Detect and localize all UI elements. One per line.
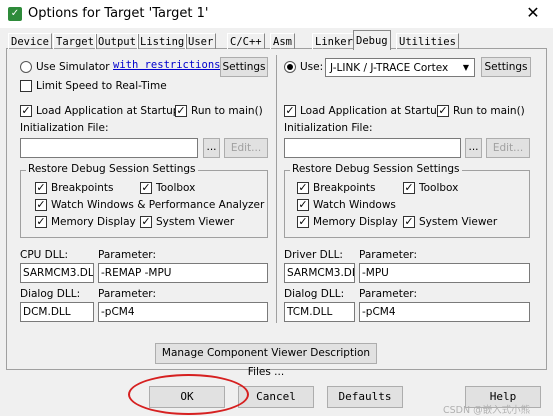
restore-session-legend-right: Restore Debug Session Settings (290, 163, 462, 175)
driver-param-label: Parameter: (359, 249, 417, 261)
use-driver-label: Use: (300, 61, 324, 73)
load-app-checkbox[interactable]: ✓ (20, 105, 32, 117)
watch-windows-label-right: Watch Windows (313, 199, 396, 211)
system-viewer-label-right: System Viewer (419, 216, 498, 228)
breakpoints-label-right: Breakpoints (313, 182, 376, 194)
memory-display-label-right: Memory Display (313, 216, 398, 228)
defaults-button[interactable]: Defaults (327, 386, 403, 408)
close-icon[interactable]: ✕ (522, 3, 544, 23)
limit-speed-checkbox[interactable] (20, 80, 32, 92)
run-to-main-checkbox[interactable]: ✓ (175, 105, 187, 117)
tab-listing[interactable]: Listing (137, 33, 188, 49)
dialog-dll-input[interactable]: DCM.DLL (20, 302, 94, 322)
toolbox-label-right: Toolbox (419, 182, 459, 194)
init-file-browse-button-right[interactable]: ... (465, 138, 482, 158)
watch-windows-checkbox[interactable]: ✓ (35, 199, 47, 211)
memory-display-checkbox[interactable]: ✓ (35, 216, 47, 228)
run-to-main-checkbox-right[interactable]: ✓ (437, 105, 449, 117)
init-file-edit-button-right[interactable]: Edit... (486, 138, 530, 158)
driver-select-value: J-LINK / J-TRACE Cortex (330, 62, 449, 74)
dialog-param-input[interactable]: -pCM4 (98, 302, 268, 322)
toolbox-checkbox[interactable]: ✓ (140, 182, 152, 194)
dialog-param-input-right[interactable]: -pCM4 (359, 302, 530, 322)
memory-display-label: Memory Display (51, 216, 136, 228)
watch-windows-checkbox-right[interactable]: ✓ (297, 199, 309, 211)
dialog-dll-label-right: Dialog DLL: (284, 288, 345, 300)
init-file-browse-button[interactable]: ... (203, 138, 220, 158)
tab-user[interactable]: User (185, 33, 217, 49)
use-simulator-radio[interactable] (20, 61, 32, 73)
tab-linker[interactable]: Linker (312, 33, 356, 49)
tab-c-cpp[interactable]: C/C++ (227, 33, 265, 49)
use-driver-radio[interactable] (284, 61, 296, 73)
driver-dll-label: Driver DLL: (284, 249, 343, 261)
watermark: CSDN @嵌入式小熊 (443, 405, 531, 416)
breakpoints-label: Breakpoints (51, 182, 114, 194)
toolbox-checkbox-right[interactable]: ✓ (403, 182, 415, 194)
load-app-checkbox-right[interactable]: ✓ (284, 105, 296, 117)
cpu-param-input[interactable]: -REMAP -MPU (98, 263, 268, 283)
manage-component-viewer-button[interactable]: Manage Component Viewer Description File… (155, 343, 377, 378)
init-file-label-right: Initialization File: (284, 122, 373, 134)
window-title: Options for Target 'Target 1' (28, 6, 209, 21)
limit-speed-label: Limit Speed to Real-Time (36, 80, 167, 92)
restrictions-link[interactable]: with restrictions (113, 59, 220, 71)
restore-session-legend: Restore Debug Session Settings (26, 163, 198, 175)
driver-settings-button[interactable]: Settings (481, 57, 531, 77)
dialog-dll-input-right[interactable]: TCM.DLL (284, 302, 355, 322)
tab-utilities[interactable]: Utilities (396, 33, 459, 49)
panel-divider (276, 55, 277, 323)
system-viewer-checkbox-right[interactable]: ✓ (403, 216, 415, 228)
toolbox-label: Toolbox (156, 182, 196, 194)
keil-app-icon: ✓ (8, 7, 22, 21)
watch-windows-label: Watch Windows & Performance Analyzer (51, 199, 265, 211)
run-to-main-label-right: Run to main() (453, 105, 525, 117)
dialog-param-label-right: Parameter: (359, 288, 417, 300)
breakpoints-checkbox[interactable]: ✓ (35, 182, 47, 194)
init-file-input[interactable] (20, 138, 198, 158)
breakpoints-checkbox-right[interactable]: ✓ (297, 182, 309, 194)
load-app-label-right: Load Application at Startup (300, 105, 444, 117)
simulator-settings-button[interactable]: Settings (220, 57, 268, 77)
chevron-down-icon[interactable]: ▼ (460, 61, 472, 75)
run-to-main-label: Run to main() (191, 105, 263, 117)
driver-param-input[interactable]: -MPU (359, 263, 530, 283)
use-simulator-label: Use Simulator (36, 61, 110, 73)
driver-dll-input[interactable]: SARMCM3.DLL (284, 263, 355, 283)
dialog-param-label: Parameter: (98, 288, 156, 300)
memory-display-checkbox-right[interactable]: ✓ (297, 216, 309, 228)
cpu-dll-label: CPU DLL: (20, 249, 69, 261)
tab-target[interactable]: Target (53, 33, 97, 49)
cpu-dll-input[interactable]: SARMCM3.DLL (20, 263, 94, 283)
init-file-label: Initialization File: (20, 122, 109, 134)
tab-output[interactable]: Output (95, 33, 139, 49)
init-file-input-right[interactable] (284, 138, 461, 158)
load-app-label: Load Application at Startup (36, 105, 180, 117)
tab-device[interactable]: Device (8, 33, 52, 49)
highlight-ellipse (128, 374, 249, 415)
cpu-param-label: Parameter: (98, 249, 156, 261)
dialog-dll-label: Dialog DLL: (20, 288, 81, 300)
init-file-edit-button[interactable]: Edit... (224, 138, 268, 158)
system-viewer-label: System Viewer (156, 216, 235, 228)
cancel-button[interactable]: Cancel (238, 386, 314, 408)
system-viewer-checkbox[interactable]: ✓ (140, 216, 152, 228)
tab-debug[interactable]: Debug (353, 30, 391, 50)
tab-asm[interactable]: Asm (270, 33, 295, 49)
driver-select[interactable]: J-LINK / J-TRACE Cortex (325, 58, 475, 77)
